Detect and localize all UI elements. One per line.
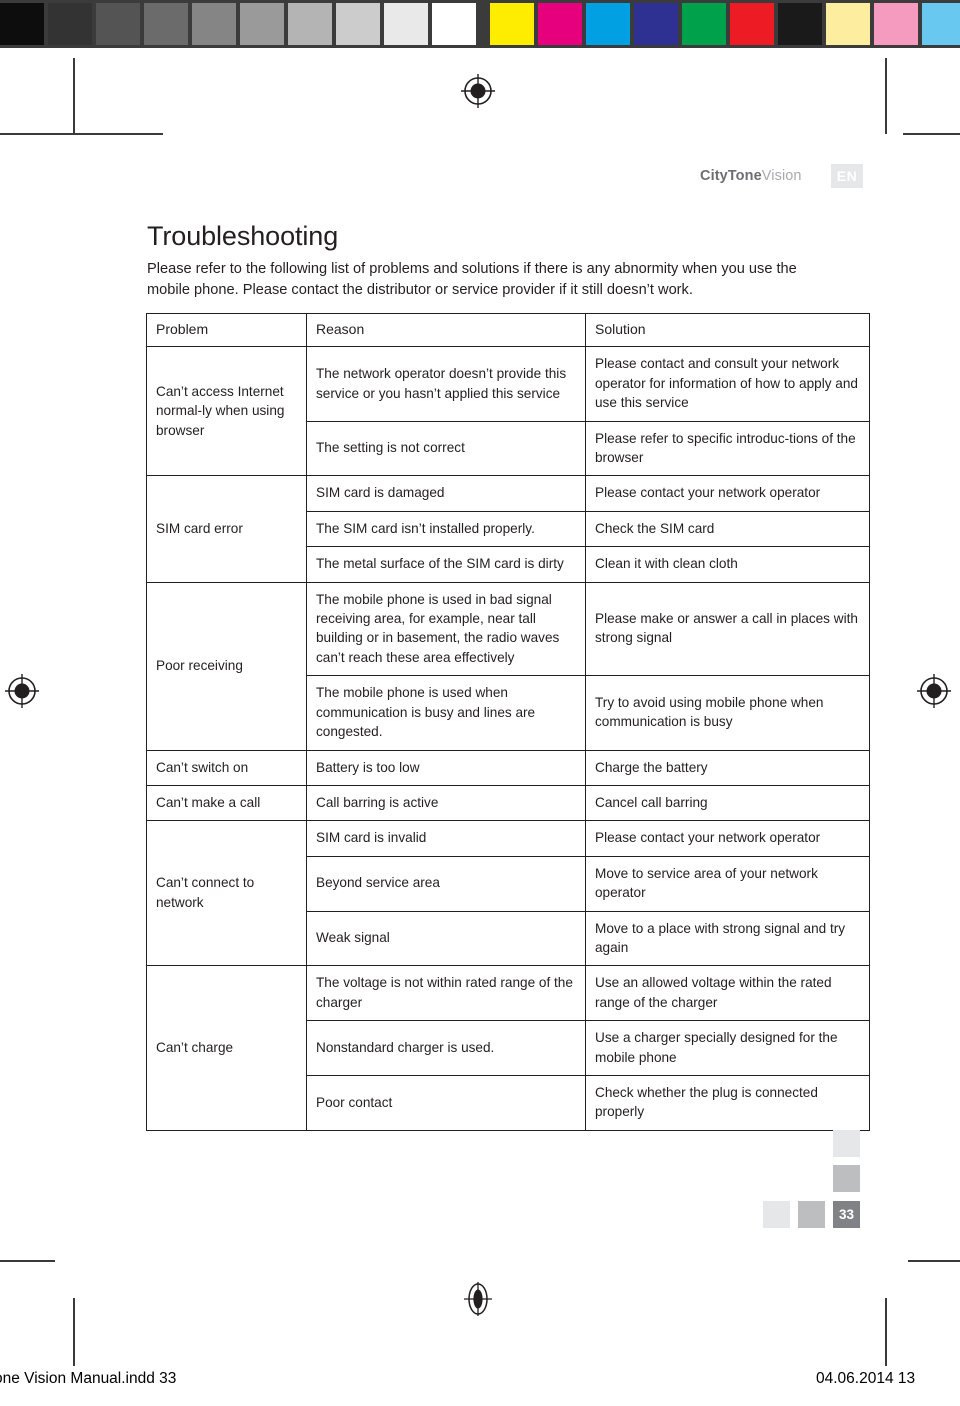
table-cell-solution: Try to avoid using mobile phone when com…	[585, 675, 870, 751]
table-cell-problem: SIM card error	[146, 475, 307, 583]
table-cell-problem: Can’t access Internet normal-ly when usi…	[146, 346, 307, 477]
table-cell-reason: SIM card is damaged	[306, 475, 586, 512]
table-cell-reason: SIM card is invalid	[306, 820, 586, 857]
table-cell-problem: Can’t charge	[146, 965, 307, 1131]
table-cell-solution: Move to a place with strong signal and t…	[585, 910, 870, 967]
table-cell-solution: Move to service area of your network ope…	[585, 855, 870, 912]
table-cell-reason: The mobile phone is used in bad signal r…	[306, 581, 586, 677]
table-cell-reason: Beyond service area	[306, 855, 586, 912]
page-number: 33	[833, 1201, 860, 1228]
table-body: Problem Reason Solution Can’t access Intern…	[146, 312, 870, 1131]
table-cell-solution: Please contact and consult your network …	[585, 346, 870, 422]
brand-header: CityToneVision	[700, 168, 802, 184]
table-cell-solution: Please contact your network operator	[585, 475, 870, 512]
page-marker-block-top	[833, 1130, 860, 1157]
table-row: Poor receiving The mobile phone is used i…	[146, 581, 870, 751]
table-cell-solution: Cancel call barring	[585, 784, 870, 822]
table-row: Can’t switch on Battery is too low Charge …	[146, 749, 870, 786]
table-cell-reason: Poor contact	[306, 1074, 586, 1131]
table-cell-reason: Weak signal	[306, 910, 586, 967]
table-cell-problem: Can’t make a call	[146, 784, 307, 822]
table-cell-solution: Charge the battery	[585, 749, 870, 786]
table-cell-problem: Can’t switch on	[146, 749, 307, 786]
table-header-problem: Problem	[146, 312, 307, 348]
table-cell-solution: Use a charger specially designed for the…	[585, 1020, 870, 1076]
document-page: CityToneVision EN Troubleshooting Please…	[0, 0, 960, 1406]
brand-name-light: Vision	[761, 168, 802, 184]
table-cell-reason: Nonstandard charger is used.	[306, 1020, 586, 1076]
intro-paragraph: Please refer to the following list of pr…	[147, 260, 797, 298]
table-cell-problem: Can’t connect to network	[146, 820, 307, 967]
table-cell-problem: Poor receiving	[146, 581, 307, 751]
table-cell-reason: The voltage is not within rated range of…	[306, 965, 586, 1022]
table-row: Can’t connect to network SIM card is inva…	[146, 820, 870, 967]
table-cell-solution: Please make or answer a call in places w…	[585, 581, 870, 677]
page-marker-block-middle	[833, 1165, 860, 1192]
page-title: Troubleshooting	[147, 221, 339, 252]
table-cell-reason: The metal surface of the SIM card is dir…	[306, 546, 586, 583]
page-marker-block-left	[763, 1201, 790, 1228]
table-row: Can’t access Internet normal-ly when usi…	[146, 346, 870, 477]
table-cell-reason: The network operator doesn’t provide thi…	[306, 346, 586, 422]
table-cell-solution: Please refer to specific introduc-tions …	[585, 420, 870, 477]
footer-timestamp: 04.06.2014 13	[816, 1370, 916, 1387]
table-header-row: Problem Reason Solution	[146, 312, 870, 348]
table-cell-reason: Call barring is active	[306, 784, 586, 822]
table-header-solution: Solution	[585, 312, 870, 348]
table-cell-solution: Clean it with clean cloth	[585, 546, 870, 583]
table-header-reason: Reason	[306, 312, 586, 348]
table-cell-reason: Battery is too low	[306, 749, 586, 786]
table-row: Can’t charge The voltage is not within ra…	[146, 965, 870, 1131]
table-cell-reason: The setting is not correct	[306, 420, 586, 477]
footer-filename: one Vision Manual.indd 33	[0, 1370, 177, 1387]
table-cell-solution: Use an allowed voltage within the rated …	[585, 965, 870, 1022]
table-cell-reason: The SIM card isn’t installed properly.	[306, 510, 586, 548]
page-marker-block-center	[798, 1201, 825, 1228]
brand-name-bold: CityTone	[700, 168, 762, 184]
table-row: Can’t make a call Call barring is active C…	[146, 784, 870, 822]
table-row: SIM card error SIM card is damaged Please …	[146, 475, 870, 583]
table-cell-solution: Check the SIM card	[585, 510, 870, 548]
troubleshooting-table: Problem Reason Solution Can’t access Intern…	[146, 312, 870, 1131]
table-cell-solution: Check whether the plug is connected prop…	[585, 1074, 870, 1131]
language-badge: EN	[831, 164, 863, 188]
table-cell-reason: The mobile phone is used when communicat…	[306, 675, 586, 751]
table-cell-solution: Please contact your network operator	[585, 820, 870, 857]
